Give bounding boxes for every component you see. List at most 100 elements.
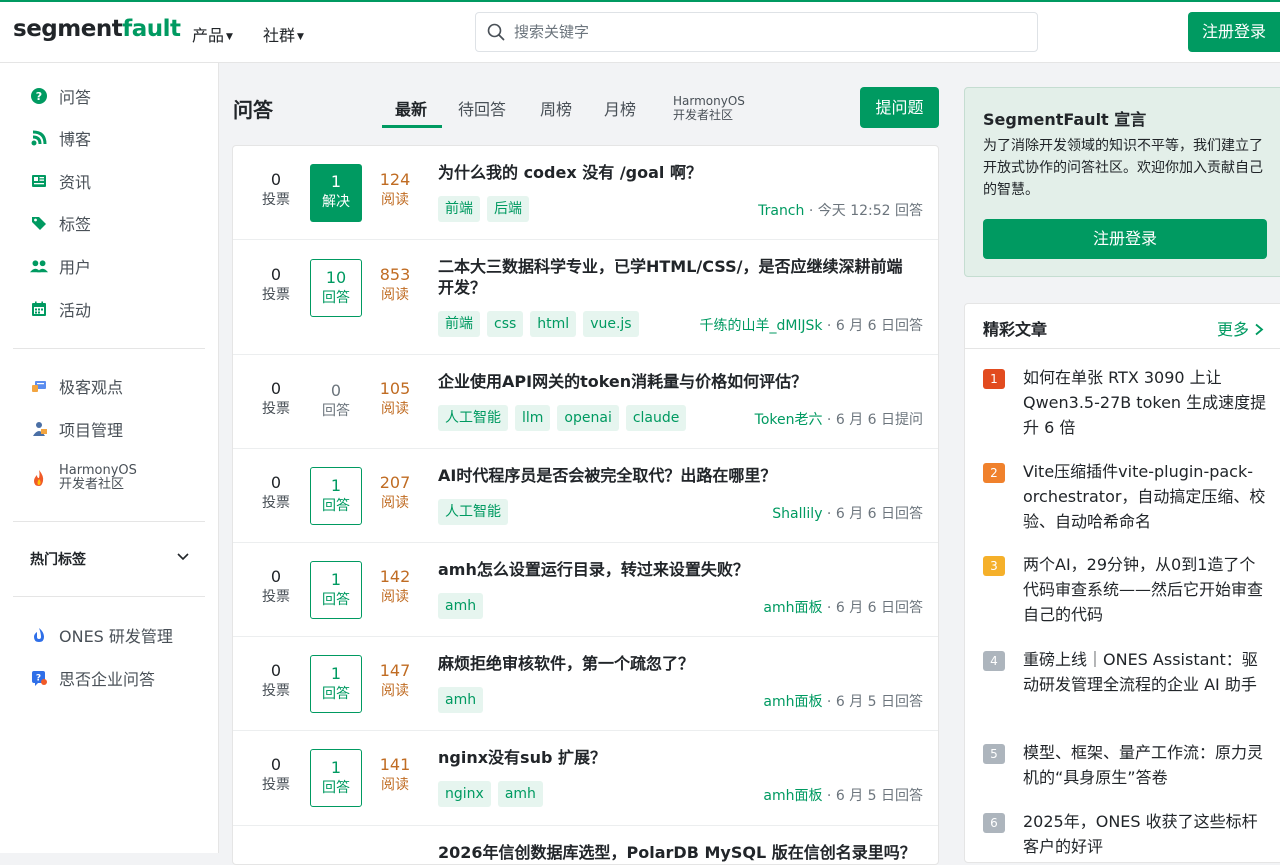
view-count: 853 阅读 bbox=[370, 265, 420, 305]
vote-label: 投票 bbox=[262, 683, 290, 699]
vote-count: 0 投票 bbox=[251, 170, 301, 210]
vote-label: 投票 bbox=[262, 401, 290, 417]
sidebar-item-sifou-enterprise[interactable]: ? 思否企业问答 bbox=[30, 665, 155, 691]
manifesto-register-button[interactable]: 注册登录 bbox=[983, 219, 1267, 259]
question-row[interactable]: 0 投票 1 回答 207 阅读 AI时代程序员是否会被完全取代？出路在哪里？ 人工智能 Sha… bbox=[233, 449, 938, 543]
user-link[interactable]: amh面板 bbox=[763, 600, 822, 616]
more-articles-link[interactable]: 更多 bbox=[1217, 316, 1264, 340]
register-login-button[interactable]: 注册登录 bbox=[1188, 12, 1280, 52]
article-title-link[interactable]: Vite压缩插件vite-plugin-pack-orchestrator，自动… bbox=[1023, 459, 1269, 534]
sidebar-item-qa[interactable]: ? 问答 bbox=[30, 83, 91, 109]
manifesto-title: SegmentFault 宣言 bbox=[983, 110, 1147, 129]
tab-monthly[interactable]: 月榜 bbox=[604, 96, 636, 120]
question-row[interactable]: 0 投票 1 回答 142 阅读 amh怎么设置运行目录，转过来设置失败？ amh amh面板 … bbox=[233, 543, 938, 637]
question-row[interactable]: 0 投票 10 回答 853 阅读 二本大三数据科学专业，已学HTML/CSS/，是否应继续… bbox=[233, 240, 938, 355]
tag-link[interactable]: html bbox=[530, 311, 577, 337]
answer-count: 1 回答 bbox=[310, 749, 362, 807]
sidebar-item-label: 资讯 bbox=[59, 173, 92, 192]
tag-link[interactable]: amh bbox=[438, 593, 484, 619]
nav-community-dropdown[interactable]: 社群 ▼ bbox=[263, 22, 304, 46]
question-title-link[interactable]: 为什么我的 codex 没有 /goal 啊？ bbox=[438, 162, 918, 183]
search-input[interactable] bbox=[514, 20, 1014, 44]
question-row[interactable]: 0 投票 1 回答 147 阅读 麻烦拒绝审核软件，第一个疏忽了？ amh amh面板 · 6 … bbox=[233, 637, 938, 731]
tag-link[interactable]: llm bbox=[515, 405, 551, 431]
tag-link[interactable]: vue.js bbox=[583, 311, 639, 337]
question-meta: 千练的山羊_dMlJSk · 6 月 6 日回答 bbox=[700, 315, 924, 335]
answer-label: 回答 bbox=[322, 290, 350, 306]
tag-link[interactable]: nginx bbox=[438, 781, 491, 807]
user-link[interactable]: amh面板 bbox=[763, 788, 822, 804]
tag-link[interactable]: 人工智能 bbox=[438, 499, 508, 525]
answer-count: 1 回答 bbox=[310, 561, 362, 619]
more-label: 更多 bbox=[1217, 320, 1250, 339]
question-title-link[interactable]: 二本大三数据科学专业，已学HTML/CSS/，是否应继续深耕前端开发？ bbox=[438, 256, 918, 298]
sidebar-item-tags[interactable]: 标签 bbox=[30, 210, 91, 236]
question-row[interactable]: 0 投票 1 回答 141 阅读 nginx没有sub 扩展？ nginx amh amh面板 ·… bbox=[233, 731, 938, 826]
tag-link[interactable]: claude bbox=[625, 405, 687, 431]
question-tags: 人工智能 llm openai claude bbox=[438, 405, 693, 431]
question-row[interactable]: 0 投票 0 回答 105 阅读 企业使用API网关的token消耗量与价格如何评估？ 人工智… bbox=[233, 355, 938, 449]
tag-link[interactable]: css bbox=[487, 311, 524, 337]
manifesto-card: SegmentFault 宣言 为了消除开发领域的知识不平等，我们建立了开放式协… bbox=[964, 87, 1280, 277]
sidebar-item-blog[interactable]: 博客 bbox=[30, 125, 91, 151]
question-title-link[interactable]: 麻烦拒绝审核软件，第一个疏忽了？ bbox=[438, 653, 918, 674]
question-meta: amh面板 · 6 月 6 日回答 bbox=[763, 597, 923, 617]
vote-count: 0 投票 bbox=[251, 567, 301, 607]
sidebar-item-harmonyos[interactable]: HarmonyOS 开发者社区 bbox=[30, 461, 137, 495]
answer-count: 10 回答 bbox=[310, 259, 362, 317]
tab-harmonyos[interactable]: HarmonyOS 开发者社区 bbox=[673, 94, 745, 122]
question-row[interactable]: 2026年信创数据库选型，PolarDB MySQL 版在信创名录里吗？ bbox=[233, 826, 938, 864]
article-title-link[interactable]: 2025年，ONES 收获了这些标杆客户的好评 bbox=[1023, 809, 1269, 859]
answer-count: 1 解决 bbox=[310, 164, 362, 222]
view-label: 阅读 bbox=[381, 683, 409, 699]
tag-link[interactable]: 前端 bbox=[438, 196, 480, 222]
view-label: 阅读 bbox=[381, 401, 409, 417]
sidebar-item-news[interactable]: 资讯 bbox=[30, 168, 91, 194]
tab-unanswered[interactable]: 待回答 bbox=[458, 96, 506, 120]
rank-badge: 5 bbox=[983, 744, 1005, 764]
article-title-link[interactable]: 如何在单张 RTX 3090 上让 Qwen3.5-27B token 生成速度… bbox=[1023, 365, 1269, 440]
sidebar-item-events[interactable]: 活动 bbox=[30, 296, 91, 322]
tag-link[interactable]: amh bbox=[438, 687, 484, 713]
left-sidebar: ? 问答 博客 资讯 标签 用户 活动 极客观点 项目管理 HarmonyOS 开… bbox=[0, 63, 219, 853]
logo[interactable]: segmentfault bbox=[13, 16, 181, 42]
user-link[interactable]: amh面板 bbox=[763, 694, 822, 710]
question-title-link[interactable]: AI时代程序员是否会被完全取代？出路在哪里？ bbox=[438, 465, 918, 486]
tab-latest[interactable]: 最新 bbox=[395, 96, 427, 120]
sidebar-item-project-mgmt[interactable]: 项目管理 bbox=[30, 416, 123, 442]
answer-label: 回答 bbox=[322, 780, 350, 796]
tab-weekly[interactable]: 周榜 bbox=[540, 96, 572, 120]
question-time: · 6 月 6 日回答 bbox=[822, 318, 923, 334]
question-time: · 今天 12:52 回答 bbox=[804, 203, 923, 219]
question-meta: Token老六 · 6 月 6 日提问 bbox=[755, 409, 923, 429]
question-meta: Shallily · 6 月 6 日回答 bbox=[772, 503, 923, 523]
question-title-link[interactable]: nginx没有sub 扩展？ bbox=[438, 747, 918, 768]
tag-link[interactable]: 前端 bbox=[438, 311, 480, 337]
nav-products-dropdown[interactable]: 产品 ▼ bbox=[192, 22, 233, 46]
tag-link[interactable]: 后端 bbox=[487, 196, 529, 222]
user-link[interactable]: 千练的山羊_dMlJSk bbox=[700, 318, 823, 334]
article-title-link[interactable]: 重磅上线｜ONES Assistant：驱动研发管理全流程的企业 AI 助手 bbox=[1023, 647, 1269, 697]
hot-tags-toggle[interactable]: 热门标签 bbox=[30, 549, 190, 569]
nav-products-label: 产品 bbox=[192, 26, 225, 45]
question-row[interactable]: 0 投票 1 解决 124 阅读 为什么我的 codex 没有 /goal 啊？ 前端 后端 Tr… bbox=[233, 146, 938, 240]
question-title-link[interactable]: 企业使用API网关的token消耗量与价格如何评估？ bbox=[438, 371, 918, 392]
sidebar-item-label: 活动 bbox=[59, 301, 92, 320]
user-link[interactable]: Token老六 bbox=[755, 412, 823, 428]
user-link[interactable]: Shallily bbox=[772, 506, 822, 522]
tag-link[interactable]: 人工智能 bbox=[438, 405, 508, 431]
tag-link[interactable]: amh bbox=[497, 781, 543, 807]
tag-link[interactable]: openai bbox=[557, 405, 619, 431]
article-title-link[interactable]: 两个AI，29分钟，从0到1造了个代码审查系统——然后它开始审查自己的代码 bbox=[1023, 552, 1269, 627]
user-link[interactable]: Tranch bbox=[758, 203, 804, 219]
sidebar-item-users[interactable]: 用户 bbox=[30, 253, 91, 279]
question-title-link[interactable]: amh怎么设置运行目录，转过来设置失败？ bbox=[438, 559, 918, 580]
vote-number: 0 bbox=[270, 755, 282, 774]
view-label: 阅读 bbox=[381, 192, 409, 208]
answer-number: 1 bbox=[330, 570, 342, 589]
article-title-link[interactable]: 模型、框架、量产工作流：原力灵机的“具身原生”答卷 bbox=[1023, 740, 1269, 790]
ask-question-button[interactable]: 提问题 bbox=[860, 87, 939, 128]
sidebar-item-label: 博客 bbox=[59, 130, 92, 149]
sidebar-item-ones[interactable]: ONES 研发管理 bbox=[30, 622, 173, 648]
sidebar-item-geek-views[interactable]: 极客观点 bbox=[30, 373, 123, 399]
